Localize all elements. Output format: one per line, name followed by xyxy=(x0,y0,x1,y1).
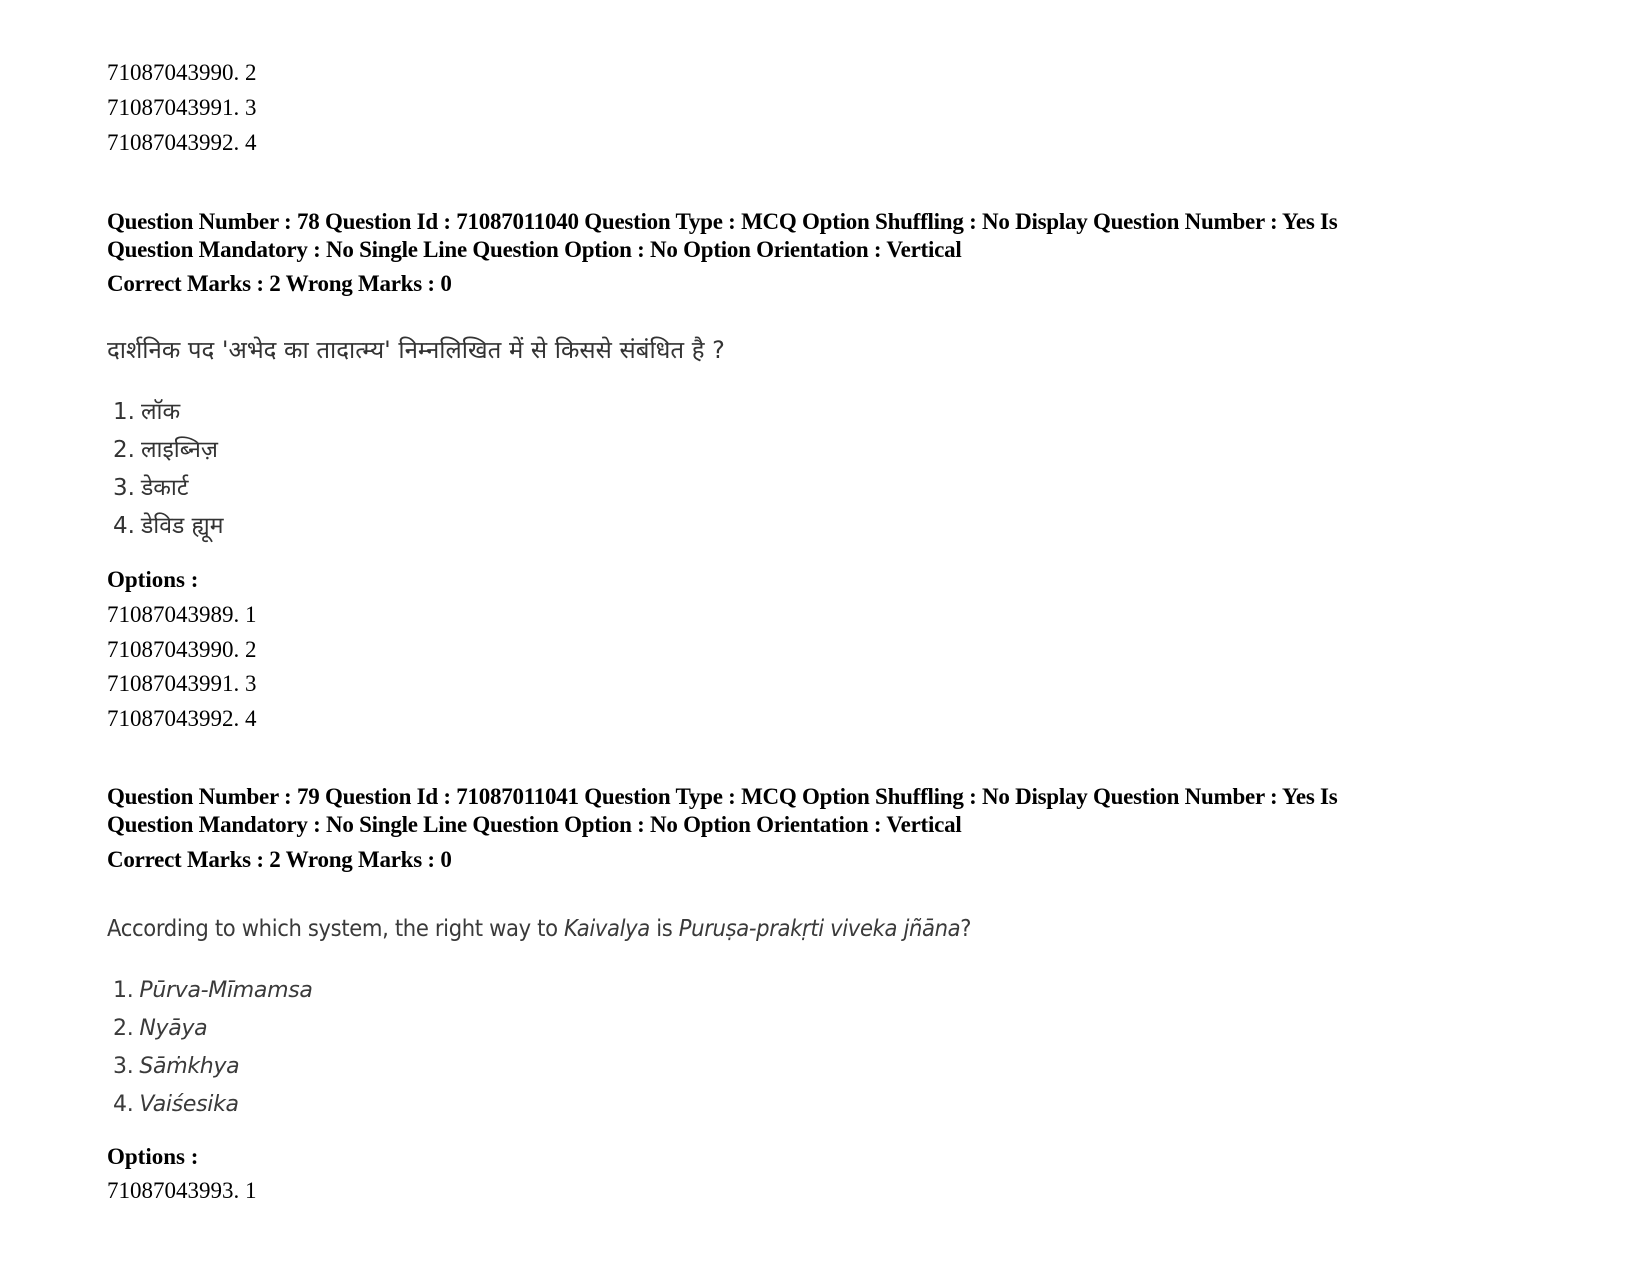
question-text: दार्शनिक पद 'अभेद का तादात्म्य' निम्नलिख… xyxy=(107,336,725,364)
option-id-row: 71087043992. 4 xyxy=(107,706,257,731)
option-id-row: 71087043993. 1 xyxy=(107,1178,257,1203)
option-id-row: 71087043990. 2 xyxy=(107,637,257,662)
answer-choice: 1. लॉक xyxy=(113,397,180,427)
option-id: 71087043989 xyxy=(107,602,234,627)
options-label: Options : xyxy=(107,1144,199,1169)
choice-number: 3. xyxy=(113,475,135,501)
question-text-part: is xyxy=(649,916,679,942)
options-label: Options : xyxy=(107,567,199,592)
choice-text: Sāṁkhya xyxy=(139,1054,240,1079)
question-text-emphasis: Puruṣa-prakṛti viveka jñāna xyxy=(678,916,961,942)
question-text-part: ? xyxy=(960,916,972,942)
answer-choice: 1. Pūrva-Mīmamsa xyxy=(113,976,313,1006)
question-text: According to which system, the right way… xyxy=(107,914,971,944)
option-id: 71087043990 xyxy=(107,60,234,85)
option-id: 71087043992 xyxy=(107,706,234,731)
answer-choice: 3. डेकार्ट xyxy=(113,473,188,503)
option-id: 71087043993 xyxy=(107,1178,234,1203)
answer-choice: 4. Vaiśesika xyxy=(113,1090,239,1120)
answer-choice: 2. Nyāya xyxy=(113,1014,208,1044)
choice-number: 3. xyxy=(113,1054,134,1079)
choice-text: लाइब्निज़ xyxy=(140,437,218,463)
choice-text: Vaiśesika xyxy=(139,1092,239,1117)
option-value: 3 xyxy=(245,95,257,120)
question-marks: Correct Marks : 2 Wrong Marks : 0 xyxy=(107,271,452,296)
option-id-row: 71087043991. 3 xyxy=(107,95,257,120)
question-meta-line-1: Question Number : 79 Question Id : 71087… xyxy=(107,784,1338,809)
choice-number: 1. xyxy=(113,978,134,1003)
option-value: 4 xyxy=(245,130,257,155)
option-id: 71087043990 xyxy=(107,637,234,662)
question-meta-line-2: Question Mandatory : No Single Line Ques… xyxy=(107,237,962,262)
option-value: 1 xyxy=(245,1178,257,1203)
option-value: 4 xyxy=(245,706,257,731)
choice-number: 1. xyxy=(113,399,135,425)
answer-choice: 3. Sāṁkhya xyxy=(113,1052,240,1082)
option-value: 1 xyxy=(245,602,257,627)
choice-text: डेकार्ट xyxy=(140,475,189,501)
option-id-row: 71087043991. 3 xyxy=(107,671,257,696)
option-id: 71087043992 xyxy=(107,130,234,155)
option-value: 2 xyxy=(245,637,257,662)
choice-text: Pūrva-Mīmamsa xyxy=(139,978,313,1003)
option-id-row: 71087043989. 1 xyxy=(107,602,257,627)
choice-text: Nyāya xyxy=(139,1016,208,1041)
choice-text: लॉक xyxy=(140,399,181,425)
answer-choice: 4. डेविड ह्यूम xyxy=(113,511,223,541)
choice-text: डेविड ह्यूम xyxy=(140,513,224,539)
question-marks: Correct Marks : 2 Wrong Marks : 0 xyxy=(107,847,452,872)
option-id-row: 71087043992. 4 xyxy=(107,130,257,155)
option-id-row: 71087043990. 2 xyxy=(107,60,257,85)
choice-number: 4. xyxy=(113,1092,134,1117)
question-meta-line-2: Question Mandatory : No Single Line Ques… xyxy=(107,812,962,837)
answer-choice: 2. लाइब्निज़ xyxy=(113,435,218,465)
question-text-emphasis: Kaivalya xyxy=(564,916,650,942)
question-meta-line-1: Question Number : 78 Question Id : 71087… xyxy=(107,209,1338,234)
option-value: 2 xyxy=(245,60,257,85)
choice-number: 2. xyxy=(113,437,135,463)
choice-number: 2. xyxy=(113,1016,134,1041)
option-id: 71087043991 xyxy=(107,95,234,120)
question-text-part: According to which system, the right way… xyxy=(107,916,565,942)
option-value: 3 xyxy=(245,671,257,696)
choice-number: 4. xyxy=(113,513,135,539)
option-id: 71087043991 xyxy=(107,671,234,696)
